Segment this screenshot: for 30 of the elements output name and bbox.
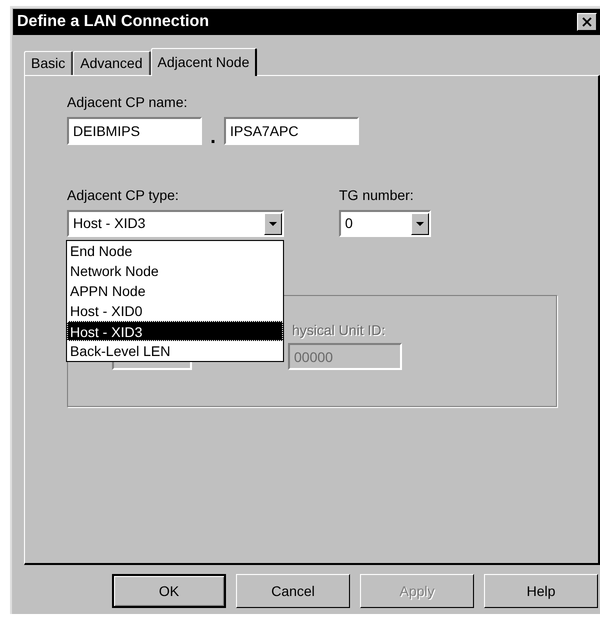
field-label: TG number: (339, 186, 415, 205)
tab[interactable]: Basic (24, 51, 74, 75)
close-icon (582, 17, 592, 27)
close-button[interactable] (577, 13, 597, 31)
dropdown-option[interactable]: Network Node (67, 261, 283, 281)
dropdown-arrow-button[interactable] (411, 212, 429, 234)
caret-icon (269, 222, 277, 226)
dropdown-value: 0 (344, 214, 354, 233)
dropdown-option[interactable]: Host - XID3 (67, 321, 283, 341)
field-label: Adjacent CP name: (67, 93, 188, 112)
network-name-field[interactable]: DEIBMIPS (67, 117, 202, 145)
dropdown-option[interactable]: APPN Node (67, 281, 283, 301)
dropdown-option[interactable]: Host - XID0 (67, 301, 283, 321)
dropdown-value: Host - XID3 (72, 214, 146, 233)
tg-number-dropdown[interactable]: 0 (339, 210, 431, 237)
caret-icon (416, 222, 424, 226)
dropdown-arrow-button[interactable] (264, 212, 282, 234)
window-title: Define a LAN Connection (17, 12, 210, 32)
cp-name-field[interactable]: IPSA7APC (224, 117, 359, 145)
dropdown-option[interactable]: Back-Level LEN (67, 341, 283, 361)
dropdown-option[interactable]: End Node (67, 241, 283, 261)
field-label: Adjacent CP type: (67, 186, 180, 205)
dialog-button[interactable]: Help (484, 574, 598, 608)
field-label: hysical Unit ID: (292, 321, 386, 340)
tab[interactable]: Advanced (73, 51, 151, 75)
cp-type-dropdown[interactable]: Host - XID3 (67, 210, 284, 237)
separator-dot: . (209, 129, 217, 145)
tab[interactable]: Adjacent Node (150, 48, 258, 76)
dialog-button[interactable]: Cancel (236, 574, 350, 608)
dialog-button[interactable]: OK (112, 574, 226, 608)
